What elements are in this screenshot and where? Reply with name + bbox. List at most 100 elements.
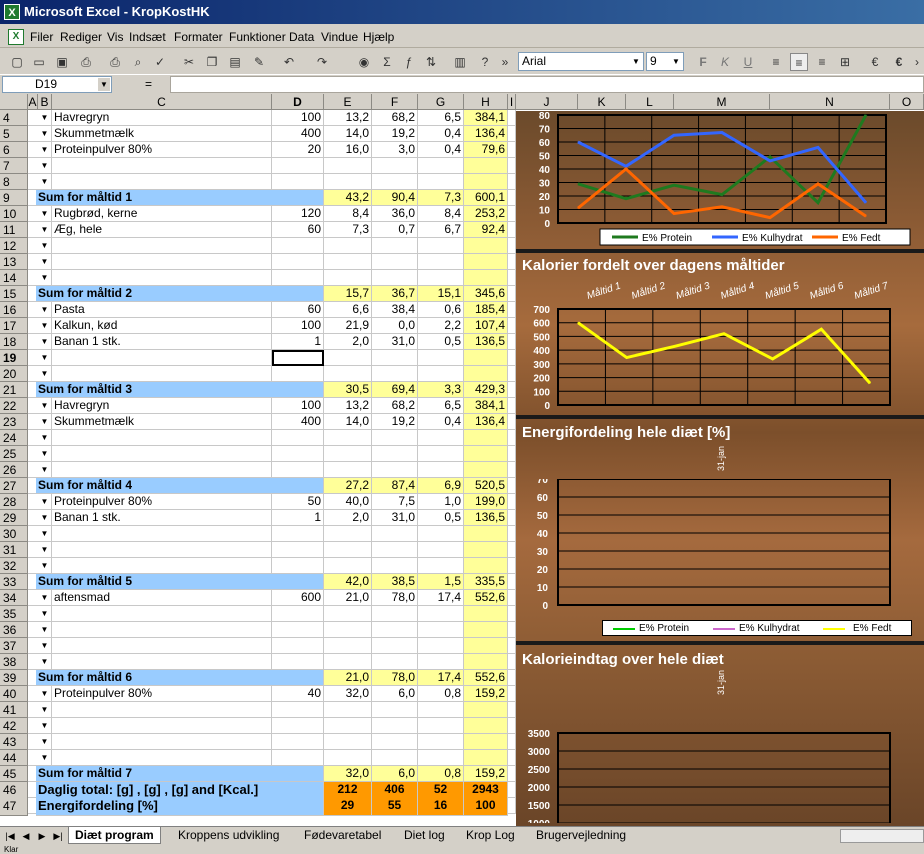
dropdown-arrow-icon[interactable]: ▼: [38, 719, 51, 733]
value-cell-g[interactable]: 0,8: [418, 766, 464, 782]
row-header[interactable]: 32: [0, 558, 28, 574]
quantity-cell[interactable]: [272, 350, 324, 366]
value-cell-f[interactable]: 78,0: [372, 590, 418, 606]
value-cell-f[interactable]: [372, 430, 418, 446]
value-cell-g[interactable]: [418, 734, 464, 750]
merge-center-icon[interactable]: ⊞: [836, 53, 854, 71]
value-cell-g[interactable]: 3,3: [418, 382, 464, 398]
menu-formater[interactable]: Formater: [174, 30, 223, 44]
row-header[interactable]: 38: [0, 654, 28, 670]
value-cell-e[interactable]: 15,7: [324, 286, 372, 302]
value-cell-h[interactable]: [464, 366, 508, 382]
row-header[interactable]: 37: [0, 638, 28, 654]
align-left-icon[interactable]: ≡: [767, 53, 785, 71]
value-cell-h[interactable]: 384,1: [464, 398, 508, 414]
quantity-cell[interactable]: [272, 526, 324, 542]
value-cell-e[interactable]: [324, 606, 372, 622]
value-cell-e[interactable]: 32,0: [324, 766, 372, 782]
quantity-cell[interactable]: 400: [272, 126, 324, 142]
value-cell-f[interactable]: 38,5: [372, 574, 418, 590]
paste-icon[interactable]: ▤: [226, 53, 244, 71]
row-header[interactable]: 26: [0, 462, 28, 478]
permission-icon[interactable]: ⎙: [77, 53, 95, 71]
row-header[interactable]: 13: [0, 254, 28, 270]
value-cell-g[interactable]: 0,4: [418, 126, 464, 142]
food-item-cell[interactable]: Havregryn: [52, 110, 272, 126]
quantity-cell[interactable]: 1: [272, 510, 324, 526]
row-header[interactable]: 27: [0, 478, 28, 494]
value-cell-g[interactable]: 7,3: [418, 190, 464, 206]
food-item-cell[interactable]: [52, 238, 272, 254]
new-icon[interactable]: ▢: [8, 53, 26, 71]
value-cell-f[interactable]: 87,4: [372, 478, 418, 494]
dropdown-arrow-icon[interactable]: ▼: [38, 239, 51, 253]
value-cell-h[interactable]: 552,6: [464, 670, 508, 686]
dropdown-arrow-icon[interactable]: ▼: [38, 367, 51, 381]
quantity-cell[interactable]: 40: [272, 686, 324, 702]
value-cell-e[interactable]: [324, 238, 372, 254]
value-cell-g[interactable]: 0,6: [418, 302, 464, 318]
value-cell-g[interactable]: 1,0: [418, 494, 464, 510]
dropdown-arrow-icon[interactable]: ▼: [38, 623, 51, 637]
row-header[interactable]: 24: [0, 430, 28, 446]
value-cell-g[interactable]: [418, 430, 464, 446]
value-cell-h[interactable]: 136,5: [464, 334, 508, 350]
dropdown-arrow-icon[interactable]: ▼: [38, 751, 51, 765]
row-header[interactable]: 21: [0, 382, 28, 398]
row-header[interactable]: 25: [0, 446, 28, 462]
dropdown-arrow-icon[interactable]: ▼: [38, 559, 51, 573]
quantity-cell[interactable]: [272, 750, 324, 766]
value-cell-f[interactable]: 3,0: [372, 142, 418, 158]
value-cell-g[interactable]: [418, 702, 464, 718]
food-item-cell[interactable]: [52, 750, 272, 766]
value-cell-f[interactable]: 19,2: [372, 414, 418, 430]
align-right-icon[interactable]: ≡: [813, 53, 831, 71]
food-item-cell[interactable]: Havregryn: [52, 398, 272, 414]
value-cell-g[interactable]: 6,5: [418, 398, 464, 414]
value-cell-e[interactable]: 43,2: [324, 190, 372, 206]
value-cell-e[interactable]: 2,0: [324, 510, 372, 526]
quantity-cell[interactable]: 400: [272, 414, 324, 430]
value-cell-g[interactable]: 6,5: [418, 110, 464, 126]
row-header[interactable]: 4: [0, 110, 28, 126]
quantity-cell[interactable]: [272, 430, 324, 446]
dropdown-arrow-icon[interactable]: ▼: [38, 207, 51, 221]
quantity-cell[interactable]: [272, 270, 324, 286]
row-header[interactable]: 33: [0, 574, 28, 590]
chart-energy-distribution-diet[interactable]: 70 60 50 40 30 20 10 0: [516, 479, 924, 629]
food-item-cell[interactable]: [52, 734, 272, 750]
value-cell-f[interactable]: [372, 238, 418, 254]
value-cell-f[interactable]: 0,0: [372, 318, 418, 334]
value-cell-h[interactable]: [464, 446, 508, 462]
value-cell-f[interactable]: 6,0: [372, 766, 418, 782]
value-cell-h[interactable]: 107,4: [464, 318, 508, 334]
quantity-cell[interactable]: 100: [272, 110, 324, 126]
menu-indsaet[interactable]: Indsæt: [129, 30, 166, 44]
row-header[interactable]: 44: [0, 750, 28, 766]
food-item-cell[interactable]: [52, 702, 272, 718]
meal-sum-label[interactable]: Sum for måltid 4: [36, 478, 324, 494]
value-cell-f[interactable]: 68,2: [372, 398, 418, 414]
value-cell-e[interactable]: 21,0: [324, 670, 372, 686]
food-item-cell[interactable]: [52, 350, 272, 366]
quantity-cell[interactable]: 60: [272, 302, 324, 318]
value-cell-e[interactable]: 30,5: [324, 382, 372, 398]
quantity-cell[interactable]: 60: [272, 222, 324, 238]
dropdown-arrow-icon[interactable]: ▼: [38, 703, 51, 717]
formula-equals-icon[interactable]: =: [145, 77, 152, 91]
euro-conversion-icon[interactable]: €: [866, 53, 884, 71]
row-header[interactable]: 15: [0, 286, 28, 302]
value-cell-e[interactable]: 42,0: [324, 574, 372, 590]
value-cell-h[interactable]: [464, 606, 508, 622]
quantity-cell[interactable]: 120: [272, 206, 324, 222]
value-cell-f[interactable]: [372, 542, 418, 558]
value-cell-g[interactable]: [418, 526, 464, 542]
value-cell-f[interactable]: [372, 654, 418, 670]
quantity-cell[interactable]: [272, 238, 324, 254]
menu-vis[interactable]: Vis: [107, 30, 123, 44]
quantity-cell[interactable]: [272, 606, 324, 622]
value-cell-g[interactable]: [418, 174, 464, 190]
value-cell-e[interactable]: 7,3: [324, 222, 372, 238]
value-cell-e[interactable]: 13,2: [324, 398, 372, 414]
food-item-cell[interactable]: Banan 1 stk.: [52, 334, 272, 350]
